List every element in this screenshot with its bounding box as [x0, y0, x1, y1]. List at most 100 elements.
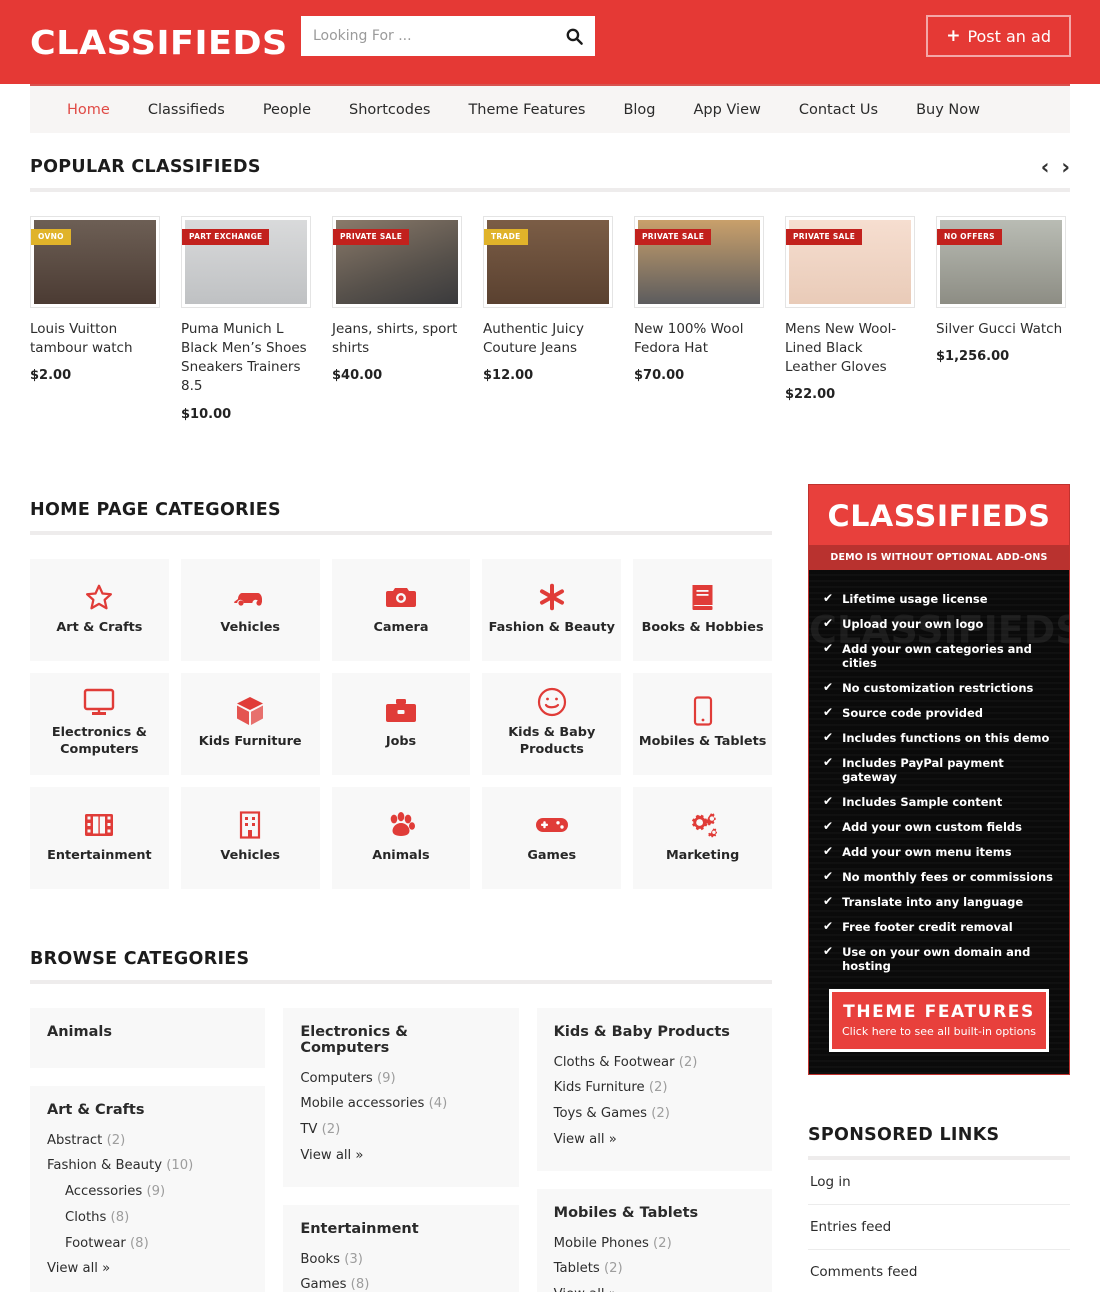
- browse-subcategory-link[interactable]: Fashion & Beauty (10): [47, 1153, 248, 1179]
- category-tile-marketing[interactable]: Marketing: [633, 786, 772, 889]
- category-tile-camera[interactable]: Camera: [331, 558, 471, 661]
- site-logo[interactable]: CLASSIFIEDS: [30, 23, 288, 62]
- view-all-link[interactable]: View all »: [47, 1256, 248, 1282]
- product-thumbnail[interactable]: NO OFFERS: [936, 216, 1066, 308]
- product-card[interactable]: TRADE Authentic Juicy Couture Jeans $12.00: [483, 216, 613, 422]
- product-title[interactable]: Louis Vuitton tambour watch: [30, 320, 160, 358]
- nav-item-app-view[interactable]: App View: [675, 102, 780, 118]
- carousel-prev-icon[interactable]: ‹: [1041, 157, 1050, 178]
- view-all-link[interactable]: View all »: [554, 1127, 755, 1153]
- product-title[interactable]: New 100% Wool Fedora Hat: [634, 320, 764, 358]
- browse-category-heading[interactable]: Animals: [47, 1024, 248, 1040]
- nav-item-shortcodes[interactable]: Shortcodes: [330, 102, 449, 118]
- sponsored-link[interactable]: Entries feed: [808, 1205, 1070, 1250]
- box-icon: [236, 696, 264, 725]
- browse-subcategory-link[interactable]: Computers (9): [300, 1066, 501, 1092]
- category-tile-fashion-beauty[interactable]: Fashion & Beauty: [482, 558, 622, 661]
- sponsored-link[interactable]: Comments feed: [808, 1250, 1070, 1292]
- browse-subcategory-link[interactable]: Footwear (8): [47, 1231, 248, 1257]
- view-all-link[interactable]: View all »: [300, 1143, 501, 1169]
- category-tile-label: Books & Hobbies: [641, 619, 764, 635]
- category-tile-mobiles-tablets[interactable]: Mobiles & Tablets: [633, 672, 772, 775]
- category-tile-jobs[interactable]: Jobs: [331, 672, 471, 775]
- browse-category-heading[interactable]: Mobiles & Tablets: [554, 1205, 755, 1221]
- product-title[interactable]: Jeans, shirts, sport shirts: [332, 320, 462, 358]
- category-tile-books-hobbies[interactable]: Books & Hobbies: [633, 558, 772, 661]
- category-tile-kids-furniture[interactable]: Kids Furniture: [180, 672, 320, 775]
- browse-subcategory-link[interactable]: Tablets (2): [554, 1256, 755, 1282]
- category-tile-vehicles[interactable]: Vehicles: [180, 786, 320, 889]
- section-divider: [30, 188, 1070, 192]
- product-thumbnail[interactable]: PART EXCHANGE: [181, 216, 311, 308]
- product-title[interactable]: Silver Gucci Watch: [936, 320, 1066, 339]
- browse-subcategory-link[interactable]: Kids Furniture (2): [554, 1075, 755, 1101]
- category-tile-label: Jobs: [385, 733, 417, 749]
- browse-subcategory-link[interactable]: Abstract (2): [47, 1128, 248, 1154]
- browse-subcategory-link[interactable]: TV (2): [300, 1117, 501, 1143]
- product-card[interactable]: PRIVATE SALE Jeans, shirts, sport shirts $…: [332, 216, 462, 422]
- product-card[interactable]: NO OFFERS Silver Gucci Watch $1,256.00: [936, 216, 1066, 422]
- browse-category-box: Electronics & Computers Computers (9) Mobi…: [283, 1007, 519, 1187]
- category-tile-kids-baby-products[interactable]: Kids & Baby Products: [482, 672, 622, 775]
- product-thumbnail[interactable]: PRIVATE SALE: [332, 216, 462, 308]
- browse-subcategory-link[interactable]: Mobile accessories (4): [300, 1091, 501, 1117]
- product-thumbnail[interactable]: PRIVATE SALE: [634, 216, 764, 308]
- browse-subcategory-label: Mobile Phones: [553, 1235, 649, 1251]
- nav-item-theme-features[interactable]: Theme Features: [449, 102, 604, 118]
- category-tile-animals[interactable]: Animals: [331, 786, 471, 889]
- main-navigation: Home Classifieds People Shortcodes Theme Fea…: [30, 84, 1070, 133]
- product-title[interactable]: Puma Munich L Black Men’s Shoes Sneakers…: [181, 320, 311, 397]
- product-thumbnail[interactable]: TRADE: [483, 216, 613, 308]
- browse-subcategory-link[interactable]: Cloths (8): [47, 1205, 248, 1231]
- view-all-link[interactable]: View all »: [554, 1282, 755, 1292]
- category-tile-electronics-computers[interactable]: Electronics & Computers: [30, 672, 169, 775]
- nav-item-home[interactable]: Home: [48, 102, 129, 118]
- sidebar-advertisement[interactable]: CLASSIFIEDS DEMO IS WITHOUT OPTIONAL ADD…: [808, 483, 1070, 1075]
- category-tile-art-crafts[interactable]: Art & Crafts: [30, 558, 169, 661]
- nav-item-people[interactable]: People: [244, 102, 330, 118]
- browse-category-heading[interactable]: Kids & Baby Products: [554, 1024, 755, 1040]
- search-input[interactable]: [301, 16, 553, 56]
- post-an-ad-button[interactable]: + Post an ad: [926, 15, 1071, 57]
- ad-feature-label: Use on your own domain and hosting: [842, 944, 1031, 973]
- category-tile-entertainment[interactable]: Entertainment: [30, 786, 169, 889]
- category-tile-vehicles[interactable]: Vehicles: [180, 558, 320, 661]
- theme-features-button[interactable]: THEME FEATURES Click here to see all bui…: [829, 988, 1049, 1052]
- browse-subcategory-link[interactable]: Toys & Games (2): [554, 1101, 755, 1127]
- search-button[interactable]: [553, 16, 595, 56]
- nav-item-contact-us[interactable]: Contact Us: [780, 102, 897, 118]
- browse-subcategory-link[interactable]: Games (8): [300, 1272, 501, 1292]
- ad-feature-label: No monthly fees or commissions: [842, 869, 1054, 884]
- browse-subcategory-count: (9): [146, 1184, 166, 1200]
- product-card[interactable]: PART EXCHANGE Puma Munich L Black Men’s S…: [181, 216, 311, 422]
- category-tile-games[interactable]: Games: [482, 786, 622, 889]
- browse-category-heading[interactable]: Art & Crafts: [47, 1102, 248, 1118]
- nav-item-buy-now[interactable]: Buy Now: [897, 102, 999, 118]
- product-card[interactable]: OVNO Louis Vuitton tambour watch $2.00: [30, 216, 160, 422]
- browse-subcategory-label: Abstract: [47, 1132, 103, 1148]
- carousel-next-icon[interactable]: ›: [1061, 157, 1070, 178]
- browse-subcategory-link[interactable]: Mobile Phones (2): [554, 1231, 755, 1257]
- ad-feature-item: ✔ Add your own custom fields: [823, 819, 1055, 834]
- browse-subcategory-link[interactable]: Books (3): [300, 1247, 501, 1273]
- product-badge: PRIVATE SALE: [333, 229, 410, 245]
- browse-subcategory-link[interactable]: Accessories (9): [47, 1179, 248, 1205]
- check-icon: ✔: [823, 943, 834, 958]
- ad-feature-label: Add your own custom fields: [842, 819, 1022, 834]
- product-card[interactable]: PRIVATE SALE Mens New Wool-Lined Black Le…: [785, 216, 915, 422]
- browse-category-heading[interactable]: Electronics & Computers: [300, 1024, 501, 1056]
- nav-item-classifieds[interactable]: Classifieds: [129, 102, 244, 118]
- ad-feature-label: Translate into any language: [842, 894, 1024, 909]
- ad-feature-item: ✔ Add your own categories and cities: [823, 641, 1055, 670]
- sponsored-link[interactable]: Log in: [808, 1160, 1070, 1205]
- product-title[interactable]: Mens New Wool-Lined Black Leather Gloves: [785, 320, 915, 377]
- browse-category-heading[interactable]: Entertainment: [300, 1221, 501, 1237]
- product-title[interactable]: Authentic Juicy Couture Jeans: [483, 320, 613, 358]
- product-card[interactable]: PRIVATE SALE New 100% Wool Fedora Hat $70.…: [634, 216, 764, 422]
- product-thumbnail[interactable]: PRIVATE SALE: [785, 216, 915, 308]
- browse-subcategory-link[interactable]: Cloths & Footwear (2): [554, 1050, 755, 1076]
- product-thumbnail[interactable]: OVNO: [30, 216, 160, 308]
- nav-item-blog[interactable]: Blog: [604, 102, 674, 118]
- ad-feature-item: ✔ Includes Sample content: [823, 794, 1055, 809]
- carousel-controls: ‹ ›: [1041, 157, 1070, 178]
